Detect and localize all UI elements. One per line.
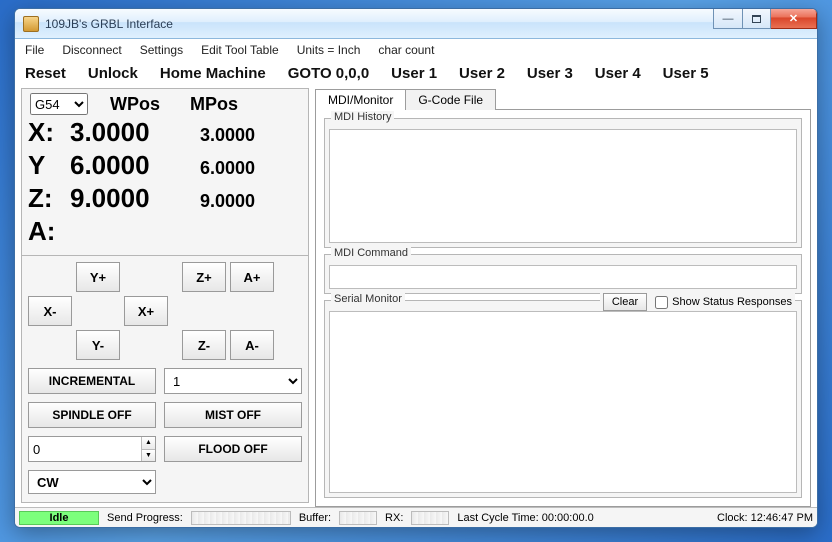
serial-monitor-box[interactable]	[329, 311, 797, 493]
mpos-y: 6.0000	[200, 158, 290, 179]
action-user1[interactable]: User 1	[391, 65, 437, 82]
dro-row-a: A:	[28, 216, 302, 247]
wpos-y: 6.0000	[70, 150, 200, 181]
axis-label-z: Z:	[28, 183, 70, 214]
status-bar: Idle Send Progress: Buffer: RX: Last Cyc…	[15, 507, 817, 527]
tab-mdi[interactable]: MDI/Monitor	[315, 89, 406, 110]
titlebar: 109JB's GRBL Interface —	[15, 9, 817, 39]
rx-label: RX:	[385, 512, 403, 524]
spindle-speed-input[interactable]	[29, 437, 141, 461]
left-column: G54 WPos MPos X: 3.0000 3.0000 Y 6.0000 …	[21, 88, 309, 507]
mdi-history-group: MDI History	[324, 118, 802, 248]
coord-system-select[interactable]: G54	[30, 93, 88, 115]
jog-z-plus[interactable]: Z+	[182, 262, 226, 292]
menu-char-count[interactable]: char count	[378, 43, 434, 57]
action-reset[interactable]: Reset	[25, 65, 66, 82]
buffer-bar	[339, 511, 377, 525]
menu-settings[interactable]: Settings	[140, 43, 183, 57]
close-button[interactable]	[771, 9, 817, 29]
jog-z-minus[interactable]: Z-	[182, 330, 226, 360]
wpos-label: WPos	[110, 94, 160, 115]
jog-xy-pad: Y+ X- X+ Y-	[28, 262, 168, 360]
serial-monitor-group: Serial Monitor Clear Show Status Respons…	[324, 300, 802, 498]
jog-x-plus[interactable]: X+	[124, 296, 168, 326]
main-area: G54 WPos MPos X: 3.0000 3.0000 Y 6.0000 …	[15, 88, 817, 507]
jog-y-plus[interactable]: Y+	[76, 262, 120, 292]
action-unlock[interactable]: Unlock	[88, 65, 138, 82]
maximize-icon	[752, 15, 761, 23]
dro-row-y: Y 6.0000 6.0000	[28, 150, 302, 181]
action-bar: Reset Unlock Home Machine GOTO 0,0,0 Use…	[15, 61, 817, 88]
maximize-button[interactable]	[743, 9, 771, 29]
window-controls: —	[713, 9, 817, 38]
menu-file[interactable]: File	[25, 43, 44, 57]
spindle-speed-spinbox[interactable]: ▲▼	[28, 436, 156, 462]
dro-row-x: X: 3.0000 3.0000	[28, 117, 302, 148]
action-user3[interactable]: User 3	[527, 65, 573, 82]
jog-y-minus[interactable]: Y-	[76, 330, 120, 360]
buffer-label: Buffer:	[299, 512, 331, 524]
jog-mode-button[interactable]: INCREMENTAL	[28, 368, 156, 394]
jog-distance-select[interactable]: 1	[164, 368, 302, 394]
dro-row-z: Z: 9.0000 9.0000	[28, 183, 302, 214]
spindle-direction-select[interactable]: CW	[28, 470, 156, 494]
spin-up-icon[interactable]: ▲	[141, 437, 155, 449]
window-title: 109JB's GRBL Interface	[45, 17, 713, 31]
mdi-command-group: MDI Command	[324, 254, 802, 294]
clear-button[interactable]: Clear	[603, 293, 647, 311]
jog-a-plus[interactable]: A+	[230, 262, 274, 292]
mdi-history-label: MDI History	[331, 111, 394, 123]
axis-label-y: Y	[28, 150, 70, 181]
mdi-command-label: MDI Command	[331, 247, 411, 259]
minimize-button[interactable]: —	[713, 9, 743, 29]
mist-button[interactable]: MIST OFF	[164, 402, 302, 428]
jog-x-minus[interactable]: X-	[28, 296, 72, 326]
show-status-checkbox[interactable]: Show Status Responses	[655, 296, 792, 309]
axis-label-a: A:	[28, 216, 70, 247]
app-window: 109JB's GRBL Interface — File Disconnect…	[14, 8, 818, 528]
dro-panel: G54 WPos MPos X: 3.0000 3.0000 Y 6.0000 …	[21, 88, 309, 256]
rx-bar	[411, 511, 449, 525]
send-progress-label: Send Progress:	[107, 512, 183, 524]
wpos-z: 9.0000	[70, 183, 200, 214]
mdi-command-input[interactable]	[329, 265, 797, 289]
serial-monitor-label: Serial Monitor	[331, 293, 405, 305]
show-status-label: Show Status Responses	[672, 296, 792, 308]
menu-units[interactable]: Units = Inch	[297, 43, 361, 57]
send-progress-bar	[191, 511, 291, 525]
last-cycle-time: Last Cycle Time: 00:00:00.0	[457, 512, 593, 524]
flood-button[interactable]: FLOOD OFF	[164, 436, 302, 462]
status-state: Idle	[19, 511, 99, 525]
right-column: MDI/Monitor G-Code File MDI History MDI …	[315, 88, 811, 507]
menu-edit-tool-table[interactable]: Edit Tool Table	[201, 43, 279, 57]
mpos-x: 3.0000	[200, 125, 290, 146]
mpos-label: MPos	[190, 94, 238, 115]
action-user2[interactable]: User 2	[459, 65, 505, 82]
clock: Clock: 12:46:47 PM	[717, 512, 813, 524]
jog-a-minus[interactable]: A-	[230, 330, 274, 360]
spin-down-icon[interactable]: ▼	[141, 449, 155, 462]
app-icon	[23, 16, 39, 32]
spindle-button[interactable]: SPINDLE OFF	[28, 402, 156, 428]
tab-body: MDI History MDI Command Serial Monitor C…	[315, 109, 811, 507]
tabs: MDI/Monitor G-Code File	[315, 88, 811, 109]
mpos-z: 9.0000	[200, 191, 290, 212]
tab-gcode[interactable]: G-Code File	[405, 89, 496, 110]
menubar: File Disconnect Settings Edit Tool Table…	[15, 39, 817, 61]
action-user5[interactable]: User 5	[663, 65, 709, 82]
mdi-history-box[interactable]	[329, 129, 797, 243]
action-home[interactable]: Home Machine	[160, 65, 266, 82]
jog-panel: Y+ X- X+ Y- Z+ A+ Z- A- INCREMENTAL 1	[21, 256, 309, 503]
action-goto[interactable]: GOTO 0,0,0	[288, 65, 369, 82]
show-status-check[interactable]	[655, 296, 668, 309]
axis-label-x: X:	[28, 117, 70, 148]
action-user4[interactable]: User 4	[595, 65, 641, 82]
menu-disconnect[interactable]: Disconnect	[62, 43, 121, 57]
jog-za-pad: Z+ A+ Z- A-	[182, 262, 274, 360]
wpos-x: 3.0000	[70, 117, 200, 148]
